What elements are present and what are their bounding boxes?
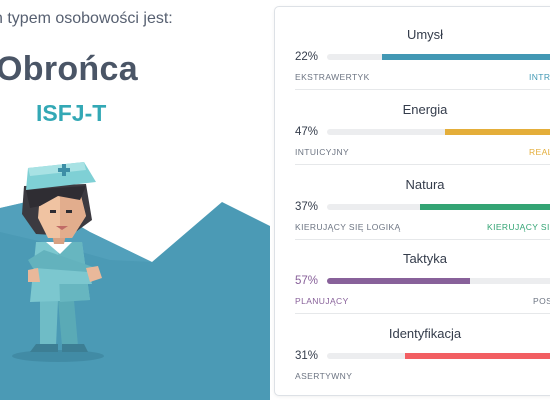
trait-mind: Umysł 22% EKSTRAWERTYK INTR — [295, 21, 550, 95]
trait-identity: Identyfikacja 31% ASERTYWNY — [295, 320, 550, 394]
divider — [295, 89, 550, 90]
personality-type-name: Obrońca — [0, 50, 138, 88]
trait-bar — [327, 204, 550, 210]
defender-character-illustration — [12, 162, 104, 362]
divider — [295, 313, 550, 314]
trait-bar-fill — [405, 353, 550, 359]
trait-percent: 47% — [295, 126, 319, 138]
divider — [295, 164, 550, 165]
trait-percent: 22% — [295, 51, 319, 63]
trait-left-label: ASERTYWNY — [295, 371, 353, 381]
trait-right-label: REAL — [529, 147, 550, 157]
trait-title: Umysł — [406, 27, 444, 42]
trait-percent: 57% — [295, 275, 319, 287]
trait-percent: 37% — [295, 201, 319, 213]
divider — [295, 239, 550, 240]
trait-percent: 31% — [295, 350, 319, 362]
traits-card: Umysł 22% EKSTRAWERTYK INTR Energia 47% … — [274, 6, 550, 396]
trait-bar-fill — [327, 278, 470, 284]
trait-bar — [327, 278, 550, 284]
trait-bar — [327, 129, 550, 135]
trait-bar — [327, 54, 550, 60]
trait-left-label: EKSTRAWERTYK — [295, 72, 370, 82]
trait-right-label: INTR — [529, 72, 550, 82]
trait-left-label: INTUICYJNY — [295, 147, 350, 157]
trait-title: Natura — [405, 177, 445, 192]
trait-right-label: POSZ — [533, 296, 550, 306]
trait-nature: Natura 37% KIERUJĄCY SIĘ LOGIKĄ KIERUJĄC… — [295, 171, 550, 245]
trait-title: Energia — [402, 102, 448, 117]
trait-bar — [327, 353, 550, 359]
hero-section: n typem osobowości jest: Obrońca ISFJ-T — [0, 0, 270, 400]
trait-left-label: PLANUJĄCY — [295, 296, 349, 306]
trait-bar-fill — [420, 204, 550, 210]
trait-tactics: Taktyka 57% PLANUJĄCY POSZ — [295, 245, 550, 319]
personality-type-code: ISFJ-T — [36, 100, 107, 126]
trait-left-label: KIERUJĄCY SIĘ LOGIKĄ — [295, 222, 401, 232]
trait-energy: Energia 47% INTUICYJNY REAL — [295, 96, 550, 170]
trait-title: Taktyka — [402, 251, 448, 266]
trait-title: Identyfikacja — [388, 326, 462, 341]
trait-right-label: KIERUJĄCY SIĘ Z — [487, 222, 550, 232]
intro-text: n typem osobowości jest: — [0, 10, 173, 27]
trait-bar-fill — [445, 129, 550, 135]
trait-bar-fill — [382, 54, 550, 60]
